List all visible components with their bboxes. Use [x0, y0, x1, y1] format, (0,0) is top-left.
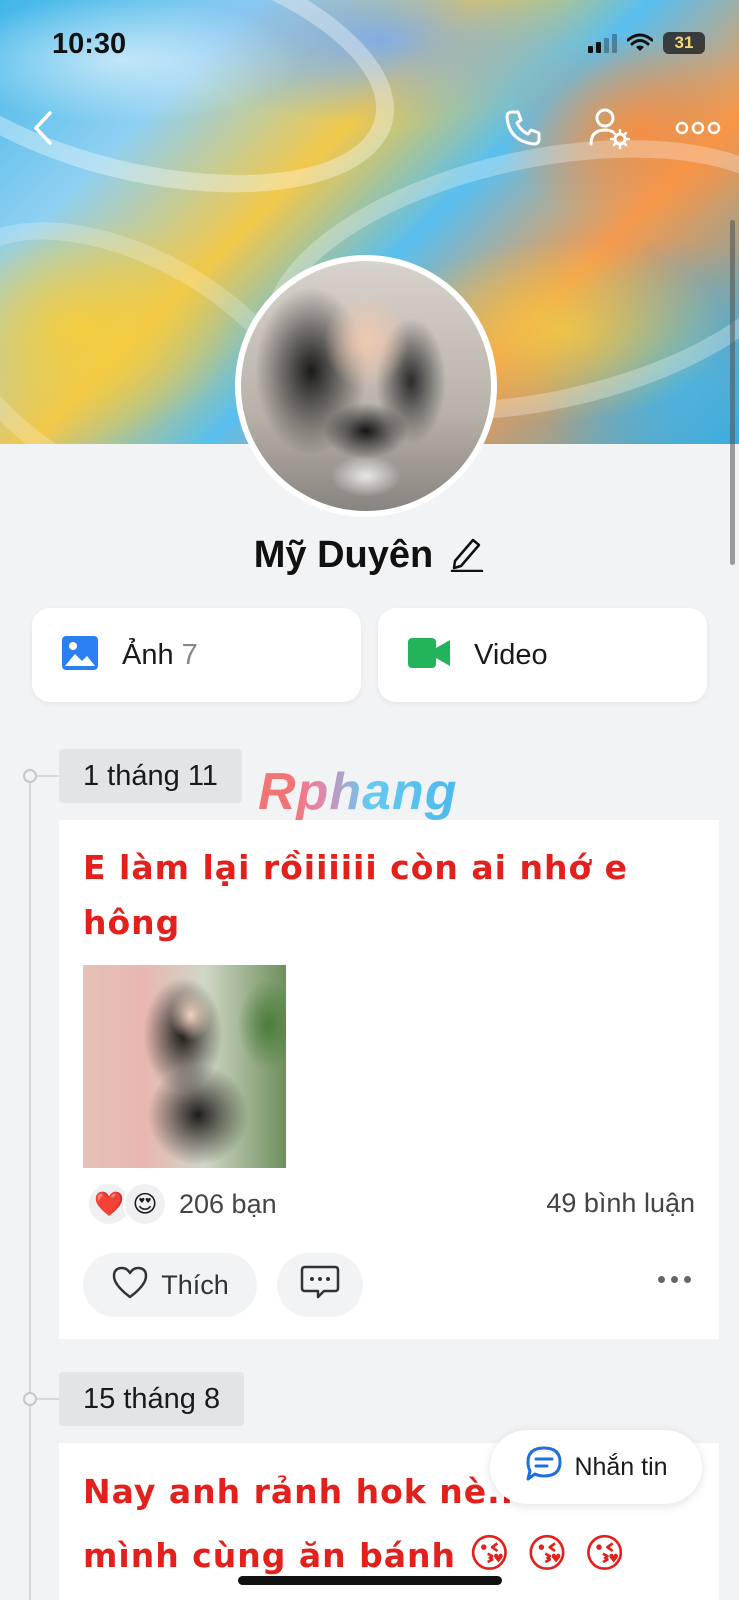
status-bar: 10:30 31 — [0, 0, 739, 90]
kiss-emoji-icons: 😘 😘 😘 — [468, 1531, 627, 1577]
videos-tab-label: Video — [474, 638, 548, 671]
pencil-icon — [449, 538, 485, 576]
send-message-label: Nhắn tin — [574, 1452, 668, 1481]
scrollbar[interactable] — [730, 220, 735, 565]
post-date: 1 tháng 11 — [59, 749, 242, 803]
post-text-line: hông — [83, 903, 181, 942]
post-text-line: mình cùng ăn bánh — [83, 1536, 456, 1575]
back-button[interactable] — [18, 105, 68, 155]
timeline-connector — [37, 775, 59, 777]
photos-count: 7 — [181, 638, 198, 671]
timeline-dot — [23, 1392, 37, 1406]
phone-icon — [503, 108, 543, 153]
comment-count-link[interactable]: 49 bình luận — [546, 1188, 695, 1219]
comment-bubble-icon — [300, 1264, 340, 1307]
like-label: Thích — [161, 1269, 229, 1300]
profile-name: Mỹ Duyên — [253, 534, 434, 576]
wifi-icon — [626, 33, 654, 53]
heart-outline-icon — [111, 1265, 149, 1306]
call-button[interactable] — [498, 105, 548, 155]
more-options-button[interactable] — [670, 105, 726, 155]
cellular-signal-icon — [588, 33, 617, 53]
timeline-connector — [37, 1398, 59, 1400]
post-card[interactable]: E làm lại rồiiiiii còn ai nhớ e hông ❤️ … — [59, 820, 719, 1339]
post-photo[interactable] — [83, 965, 286, 1168]
heart-eyes-reaction-icon: 😍 — [123, 1182, 167, 1226]
like-button[interactable]: Thích — [83, 1253, 257, 1317]
back-chevron-icon — [31, 110, 55, 151]
post-text-line: E làm lại rồiiiiii còn ai nhớ e — [83, 848, 628, 887]
profile-settings-button[interactable] — [585, 105, 635, 155]
watermark-logo: Rphang — [258, 763, 458, 821]
post-date: 15 tháng 8 — [59, 1372, 245, 1426]
photos-tab-label: Ảnh — [122, 638, 174, 671]
battery-icon: 31 — [663, 32, 705, 54]
post-more-button[interactable] — [658, 1276, 691, 1283]
timeline-dot — [23, 769, 37, 783]
status-time: 10:30 — [52, 28, 127, 60]
post-text: E làm lại rồiiiiii còn ai nhớ e hông — [83, 840, 628, 950]
video-camera-icon — [408, 637, 450, 673]
chat-bubble-icon — [524, 1445, 564, 1490]
profile-name-row: Mỹ Duyên — [0, 534, 739, 577]
videos-tab[interactable]: Video — [378, 608, 707, 702]
profile-avatar[interactable] — [235, 255, 497, 517]
send-message-button[interactable]: Nhắn tin — [490, 1430, 702, 1504]
comment-button[interactable] — [277, 1253, 363, 1317]
avatar-image — [241, 261, 491, 511]
reaction-summary[interactable]: ❤️ 😍 206 bạn — [87, 1182, 277, 1226]
image-icon — [62, 635, 98, 675]
user-settings-icon — [588, 106, 632, 155]
home-indicator[interactable] — [238, 1576, 502, 1585]
reaction-count: 206 bạn — [179, 1188, 277, 1219]
edit-name-button[interactable] — [449, 534, 485, 577]
photos-tab[interactable]: Ảnh 7 — [32, 608, 361, 702]
more-horizontal-icon — [675, 121, 721, 140]
timeline-line — [29, 776, 31, 1600]
